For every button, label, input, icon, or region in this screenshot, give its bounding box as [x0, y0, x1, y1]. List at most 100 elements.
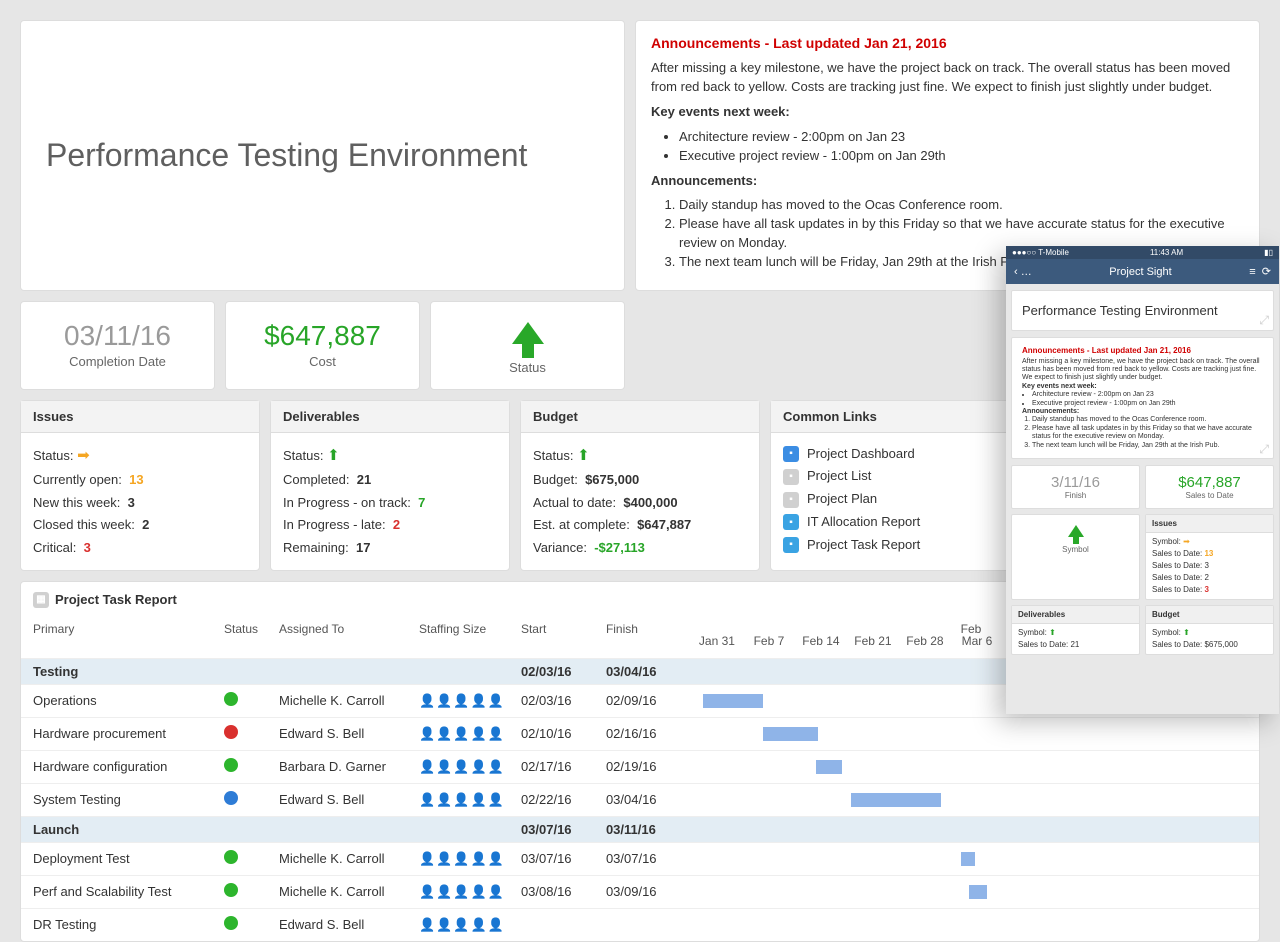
arrow-right-icon: ➡: [77, 443, 90, 469]
event-item: Executive project review - 1:00pm on Jan…: [679, 147, 1244, 166]
issues-row: Critical: 3: [33, 537, 247, 560]
phone-deliverables-panel: Deliverables Symbol: ⬆ Sales to Date: 21: [1011, 605, 1140, 655]
deliverables-row: In Progress - on track: 7: [283, 492, 497, 515]
arrow-up-icon: ⬆: [1183, 628, 1190, 637]
link-label: IT Allocation Report: [807, 511, 920, 534]
menu-icon[interactable]: ≡: [1249, 266, 1255, 278]
key-events-label: Key events next week:: [651, 103, 1244, 122]
page-title-card: Performance Testing Environment: [20, 20, 625, 291]
report-icon: ▦: [33, 592, 49, 608]
common-link[interactable]: ▪Project Dashboard: [783, 443, 997, 466]
arrow-up-icon: ⬆: [577, 443, 590, 469]
deliverables-row: Completed: 21: [283, 469, 497, 492]
issues-row: Closed this week: 2: [33, 514, 247, 537]
status-card: Status: [430, 301, 625, 390]
key-events-list: Architecture review - 2:00pm on Jan 23 E…: [679, 128, 1244, 166]
battery-icon: ▮▯: [1264, 248, 1273, 257]
status-dot-icon: [224, 758, 238, 772]
refresh-icon[interactable]: ⟳: [1262, 266, 1271, 278]
phone-nav-actions: ≡ ⟳: [1249, 265, 1271, 278]
completion-date-value: 03/11/16: [31, 320, 204, 352]
col-status[interactable]: Status: [216, 618, 271, 659]
page-title: Performance Testing Environment: [46, 137, 527, 174]
arrow-up-icon: ⬆: [1049, 628, 1056, 637]
common-link[interactable]: ▪ Project List: [783, 465, 997, 488]
completion-date-label: Completion Date: [31, 354, 204, 369]
announcement-item: Daily standup has moved to the Ocas Conf…: [679, 196, 1244, 215]
cost-value: $647,887: [236, 320, 409, 352]
deliverables-status: Status: ⬆: [283, 443, 497, 469]
status-dot-icon: [224, 916, 238, 930]
phone-status-bar: ●●●○○ T-Mobile 11:43 AM ▮▯: [1006, 246, 1279, 259]
common-link[interactable]: ▪Project Task Report: [783, 534, 997, 557]
announcements-label: Announcements:: [651, 172, 1244, 191]
phone-budget-panel: Budget Symbol: ⬆ Sales to Date: $675,000: [1145, 605, 1274, 655]
deliverables-row: In Progress - late: 2: [283, 514, 497, 537]
phone-announcements: Announcements - Last updated Jan 21, 201…: [1011, 337, 1274, 459]
phone-finish-stat: 3/11/16 Finish: [1011, 465, 1140, 509]
phone-nav-title: Project Sight: [1109, 266, 1171, 278]
table-row[interactable]: Perf and Scalability TestMichelle K. Car…: [21, 875, 1259, 908]
table-row[interactable]: Launch03/07/1603/11/16: [21, 816, 1259, 842]
expand-icon[interactable]: ⤢: [1259, 442, 1269, 456]
carrier: ●●●○○ T-Mobile: [1012, 248, 1069, 257]
file-icon: ▪: [783, 469, 799, 485]
table-row[interactable]: System TestingEdward S. Bell👤👤👤👤👤02/22/1…: [21, 783, 1259, 816]
mobile-preview: ●●●○○ T-Mobile 11:43 AM ▮▯ ‹ … Project S…: [1006, 246, 1279, 714]
issues-panel: Issues Status: ➡ Currently open: 13 New …: [20, 400, 260, 571]
budget-title: Budget: [521, 401, 759, 433]
deliverables-panel: Deliverables Status: ⬆ Completed: 21 In …: [270, 400, 510, 571]
link-label: Project List: [807, 465, 871, 488]
budget-status: Status: ⬆: [533, 443, 747, 469]
clock: 11:43 AM: [1150, 248, 1183, 257]
common-link[interactable]: ▪ IT Allocation Report: [783, 511, 997, 534]
phone-issues-panel: Issues Symbol: ➡ Sales to Date: 13 Sales…: [1145, 514, 1274, 600]
col-staffing[interactable]: Staffing Size: [411, 618, 513, 659]
table-row[interactable]: Hardware configurationBarbara D. Garner👤…: [21, 750, 1259, 783]
completion-date-card: 03/11/16 Completion Date: [20, 301, 215, 390]
expand-icon[interactable]: ⤢: [1259, 313, 1269, 328]
status-arrow-up-icon: [512, 322, 544, 344]
phone-nav-bar: ‹ … Project Sight ≡ ⟳: [1006, 259, 1279, 284]
phone-title-card: Performance Testing Environment ⤢: [1011, 290, 1274, 331]
issues-row: New this week: 3: [33, 492, 247, 515]
announcements-heading: Announcements - Last updated Jan 21, 201…: [651, 33, 1244, 53]
status-dot-icon: [224, 725, 238, 739]
budget-row: Est. at complete: $647,887: [533, 514, 747, 537]
file-icon: ▪: [783, 537, 799, 553]
phone-symbol-card: Symbol: [1011, 514, 1140, 600]
issues-title: Issues: [21, 401, 259, 433]
back-button[interactable]: ‹ …: [1014, 266, 1032, 278]
link-label: Project Plan: [807, 488, 877, 511]
budget-panel: Budget Status: ⬆ Budget: $675,000 Actual…: [520, 400, 760, 571]
budget-row: Actual to date: $400,000: [533, 492, 747, 515]
col-finish[interactable]: Finish: [598, 618, 683, 659]
common-link[interactable]: ▪ Project Plan: [783, 488, 997, 511]
table-row[interactable]: DR TestingEdward S. Bell👤👤👤👤👤: [21, 908, 1259, 941]
common-links-panel: Common Links ▪Project Dashboard▪Project …: [770, 400, 1010, 571]
col-assigned[interactable]: Assigned To: [271, 618, 411, 659]
arrow-up-icon: [1068, 525, 1084, 537]
issues-status: Status: ➡: [33, 443, 247, 469]
common-links-title: Common Links: [771, 401, 1009, 433]
table-row[interactable]: Deployment TestMichelle K. Carroll👤👤👤👤👤0…: [21, 842, 1259, 875]
status-dot-icon: [224, 850, 238, 864]
deliverables-title: Deliverables: [271, 401, 509, 433]
budget-row: Budget: $675,000: [533, 469, 747, 492]
phone-sales-stat: $647,887 Sales to Date: [1145, 465, 1274, 509]
status-dot-icon: [224, 692, 238, 706]
cost-card: $647,887 Cost: [225, 301, 420, 390]
announcements-body: After missing a key milestone, we have t…: [651, 59, 1244, 97]
file-icon: ▪: [783, 492, 799, 508]
deliverables-row: Remaining: 17: [283, 537, 497, 560]
file-icon: ▪: [783, 514, 799, 530]
status-label: Status: [441, 360, 614, 375]
issues-row: Currently open: 13: [33, 469, 247, 492]
arrow-up-icon: ⬆: [327, 443, 340, 469]
event-item: Architecture review - 2:00pm on Jan 23: [679, 128, 1244, 147]
link-label: Project Dashboard: [807, 443, 915, 466]
cost-label: Cost: [236, 354, 409, 369]
table-row[interactable]: Hardware procurementEdward S. Bell👤👤👤👤👤0…: [21, 717, 1259, 750]
col-primary[interactable]: Primary: [21, 618, 216, 659]
col-start[interactable]: Start: [513, 618, 598, 659]
